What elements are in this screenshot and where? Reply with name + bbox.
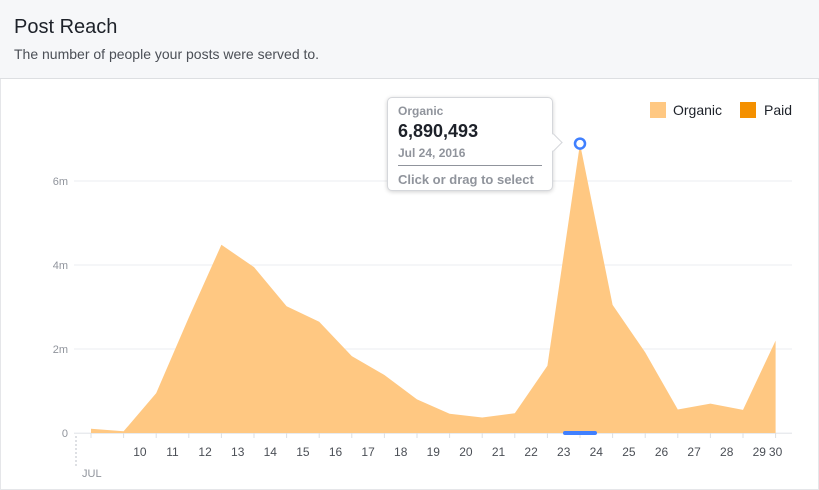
tooltip-series-name: Organic	[398, 104, 444, 118]
legend-organic-swatch[interactable]	[650, 102, 666, 118]
x-tick-label: 23	[557, 445, 571, 459]
tooltip-date: Jul 24, 2016	[398, 146, 466, 160]
legend-paid-swatch[interactable]	[740, 102, 756, 118]
x-tick-label: 30	[769, 445, 783, 459]
x-tick-label: 26	[655, 445, 669, 459]
x-tick-label: 20	[459, 445, 473, 459]
x-tick-label: 25	[622, 445, 636, 459]
x-tick-label: 15	[296, 445, 310, 459]
x-tick-label: 19	[427, 445, 441, 459]
y-tick-label: 6m	[53, 176, 68, 188]
y-tick-label: 0	[62, 428, 68, 440]
x-tick-label: 17	[361, 445, 375, 459]
x-tick-label: 29	[753, 445, 767, 459]
x-tick-label: 11	[166, 445, 179, 459]
y-tick-label: 4m	[53, 260, 68, 272]
x-tick-label: 16	[329, 445, 343, 459]
x-tick-label: 28	[720, 445, 734, 459]
tooltip-divider	[398, 165, 542, 166]
x-tick-label: 24	[590, 445, 604, 459]
highlighted-point[interactable]	[573, 137, 587, 150]
x-month-label: JUL	[82, 468, 102, 480]
x-tick-label: 18	[394, 445, 408, 459]
x-tick-label: 27	[687, 445, 701, 459]
tooltip-value: 6,890,493	[398, 121, 479, 141]
y-tick-label: 2m	[53, 344, 68, 356]
x-tick-label: 13	[231, 445, 245, 459]
x-tick-label: 10	[133, 445, 147, 459]
tooltip-hint: Click or drag to select	[398, 172, 534, 187]
x-tick-label: 12	[198, 445, 212, 459]
selection-bar[interactable]	[563, 431, 597, 435]
legend-organic-label[interactable]: Organic	[673, 102, 722, 118]
x-tick-label: 22	[524, 445, 538, 459]
legend-paid-label[interactable]: Paid	[764, 102, 792, 118]
post-reach-chart[interactable]: 0 2m 4m 6m 10 11 12 13 14 15 16 17 18 19 20 21 22 23 24 25 2…	[0, 0, 819, 490]
data-tooltip: Organic 6,890,493 Jul 24, 2016 Click or …	[387, 97, 553, 191]
x-tick-label: 21	[492, 445, 506, 459]
x-tick-label: 14	[264, 445, 278, 459]
